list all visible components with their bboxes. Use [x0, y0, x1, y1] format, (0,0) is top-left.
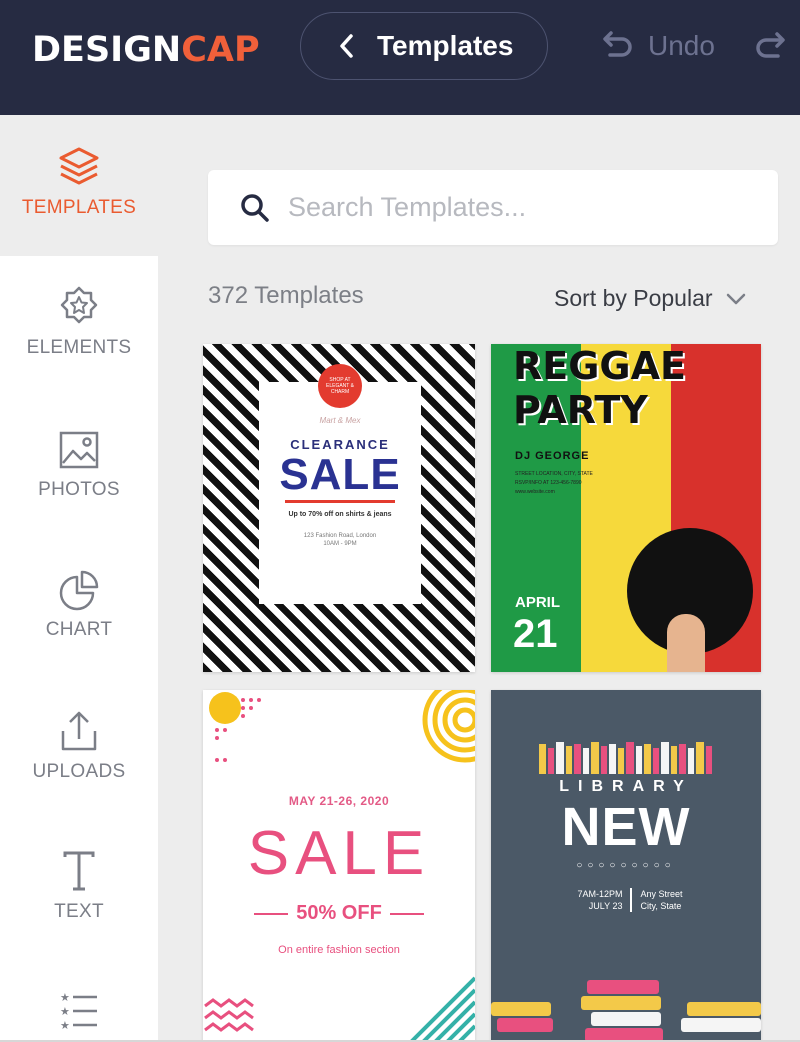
poster-day: 21	[513, 612, 558, 656]
sidebar-item-text[interactable]: TEXT	[0, 845, 158, 923]
poster-title: SALE	[279, 450, 401, 499]
poster-date: MAY 21-26, 2020	[288, 794, 390, 808]
svg-text:★: ★	[60, 991, 70, 1004]
image-icon	[57, 423, 101, 471]
poster-dots: ○○○○○○○○○	[576, 860, 676, 871]
undo-label: Undo	[648, 30, 715, 61]
sort-dropdown[interactable]: Sort by Popular	[554, 285, 747, 312]
sidebar-item-photos[interactable]: PHOTOS	[0, 423, 158, 501]
chevron-left-icon	[337, 31, 367, 61]
top-bar: DESIGNCAP Templates Undo	[0, 0, 800, 115]
list-icon: ★ ★ ★	[57, 983, 101, 1031]
poster-month: APRIL	[515, 594, 560, 611]
sidebar-item-uploads[interactable]: UPLOADS	[0, 705, 158, 783]
sidebar-item-label: PHOTOS	[38, 479, 120, 500]
logo-main: DESIGN	[32, 30, 182, 70]
poster-subline: Up to 70% off on shirts & jeans	[288, 511, 392, 518]
poster-title: NEW	[561, 797, 691, 857]
poster-brand: Mart & Mex	[319, 416, 361, 425]
face-illustration	[667, 614, 705, 672]
poster-title: REGGAE PARTY	[513, 344, 686, 432]
poster-title-line2: PARTY	[513, 388, 648, 432]
poster-title: SALE	[247, 819, 431, 888]
poster-address: 123 Fashion Road, London 10AM - 9PM	[303, 533, 377, 547]
template-count: 372 Templates	[208, 282, 364, 309]
svg-text:★: ★	[60, 1005, 70, 1018]
sidebar: TEMPLATES ELEMENTS PHOTOS CHART UPLOADS …	[0, 115, 158, 1042]
search-bar	[208, 170, 778, 245]
sidebar-item-label: CHART	[45, 619, 113, 640]
undo-button[interactable]: Undo	[600, 30, 715, 62]
redo-button[interactable]	[754, 32, 788, 67]
poster-divider	[285, 500, 395, 503]
sidebar-item-elements[interactable]: ELEMENTS	[0, 281, 158, 359]
poster-time: 7AM-12PM	[577, 889, 623, 899]
poster-street: Any Street	[640, 889, 683, 899]
sidebar-item-label: TEMPLATES	[21, 197, 137, 218]
template-card-library-new[interactable]: LIBRARY NEW ○○○○○○○○○ 7AM-12PM JULY 23 A…	[491, 690, 761, 1042]
sidebar-item-more[interactable]: ★ ★ ★	[0, 983, 158, 1039]
poster-info: 7AM-12PM JULY 23 Any Street City, State	[535, 888, 725, 912]
star-badge-icon	[57, 281, 101, 329]
text-icon	[57, 845, 101, 893]
promo-circle: SHOP AT ELEGANT & CHARM	[318, 364, 362, 408]
poster-city: City, State	[640, 901, 682, 911]
search-icon	[241, 193, 269, 222]
template-card-reggae-party[interactable]: REGGAE PARTY DJ GEORGE STREET LOCATION, …	[491, 344, 761, 672]
poster-heading: LIBRARY	[559, 778, 693, 795]
poster-location: Any Street City, State	[632, 888, 682, 912]
back-to-templates-button[interactable]: Templates	[300, 12, 548, 80]
logo[interactable]: DESIGNCAP	[32, 30, 260, 70]
poster-title-line1: REGGAE	[513, 344, 686, 388]
template-card-clearance-sale[interactable]: SHOP AT ELEGANT & CHARM Mart & Mex CLEAR…	[203, 344, 475, 672]
sidebar-item-label: ELEMENTS	[26, 337, 132, 358]
poster-time-date: 7AM-12PM JULY 23	[577, 888, 633, 912]
back-button-label: Templates	[377, 30, 514, 61]
chevron-down-icon	[726, 293, 745, 304]
undo-icon	[603, 31, 632, 57]
poster-date: JULY 23	[588, 901, 623, 911]
pie-chart-icon	[57, 563, 101, 611]
svg-text:★: ★	[60, 1019, 70, 1031]
redo-icon	[756, 32, 785, 58]
sidebar-item-chart[interactable]: CHART	[0, 563, 158, 641]
search-input[interactable]	[288, 192, 768, 223]
poster-note: On entire fashion section	[278, 944, 400, 956]
sort-label: Sort by Popular	[554, 285, 713, 311]
layers-icon	[57, 141, 101, 189]
logo-accent: CAP	[181, 30, 260, 70]
poster-offer: 50% OFF	[203, 902, 475, 925]
sidebar-item-label: UPLOADS	[32, 761, 126, 782]
poster-dj: DJ GEORGE	[515, 450, 590, 462]
sidebar-item-templates[interactable]: TEMPLATES	[0, 115, 158, 256]
poster-address: STREET LOCATION, CITY, STATE RSVP/INFO A…	[515, 471, 593, 495]
sidebar-item-label: TEXT	[54, 901, 104, 922]
template-card-fashion-sale[interactable]: MAY 21-26, 2020 SALE 50% OFF On entire f…	[203, 690, 475, 1042]
upload-icon	[57, 705, 101, 753]
template-poster: SHOP AT ELEGANT & CHARM Mart & Mex CLEAR…	[259, 364, 421, 604]
